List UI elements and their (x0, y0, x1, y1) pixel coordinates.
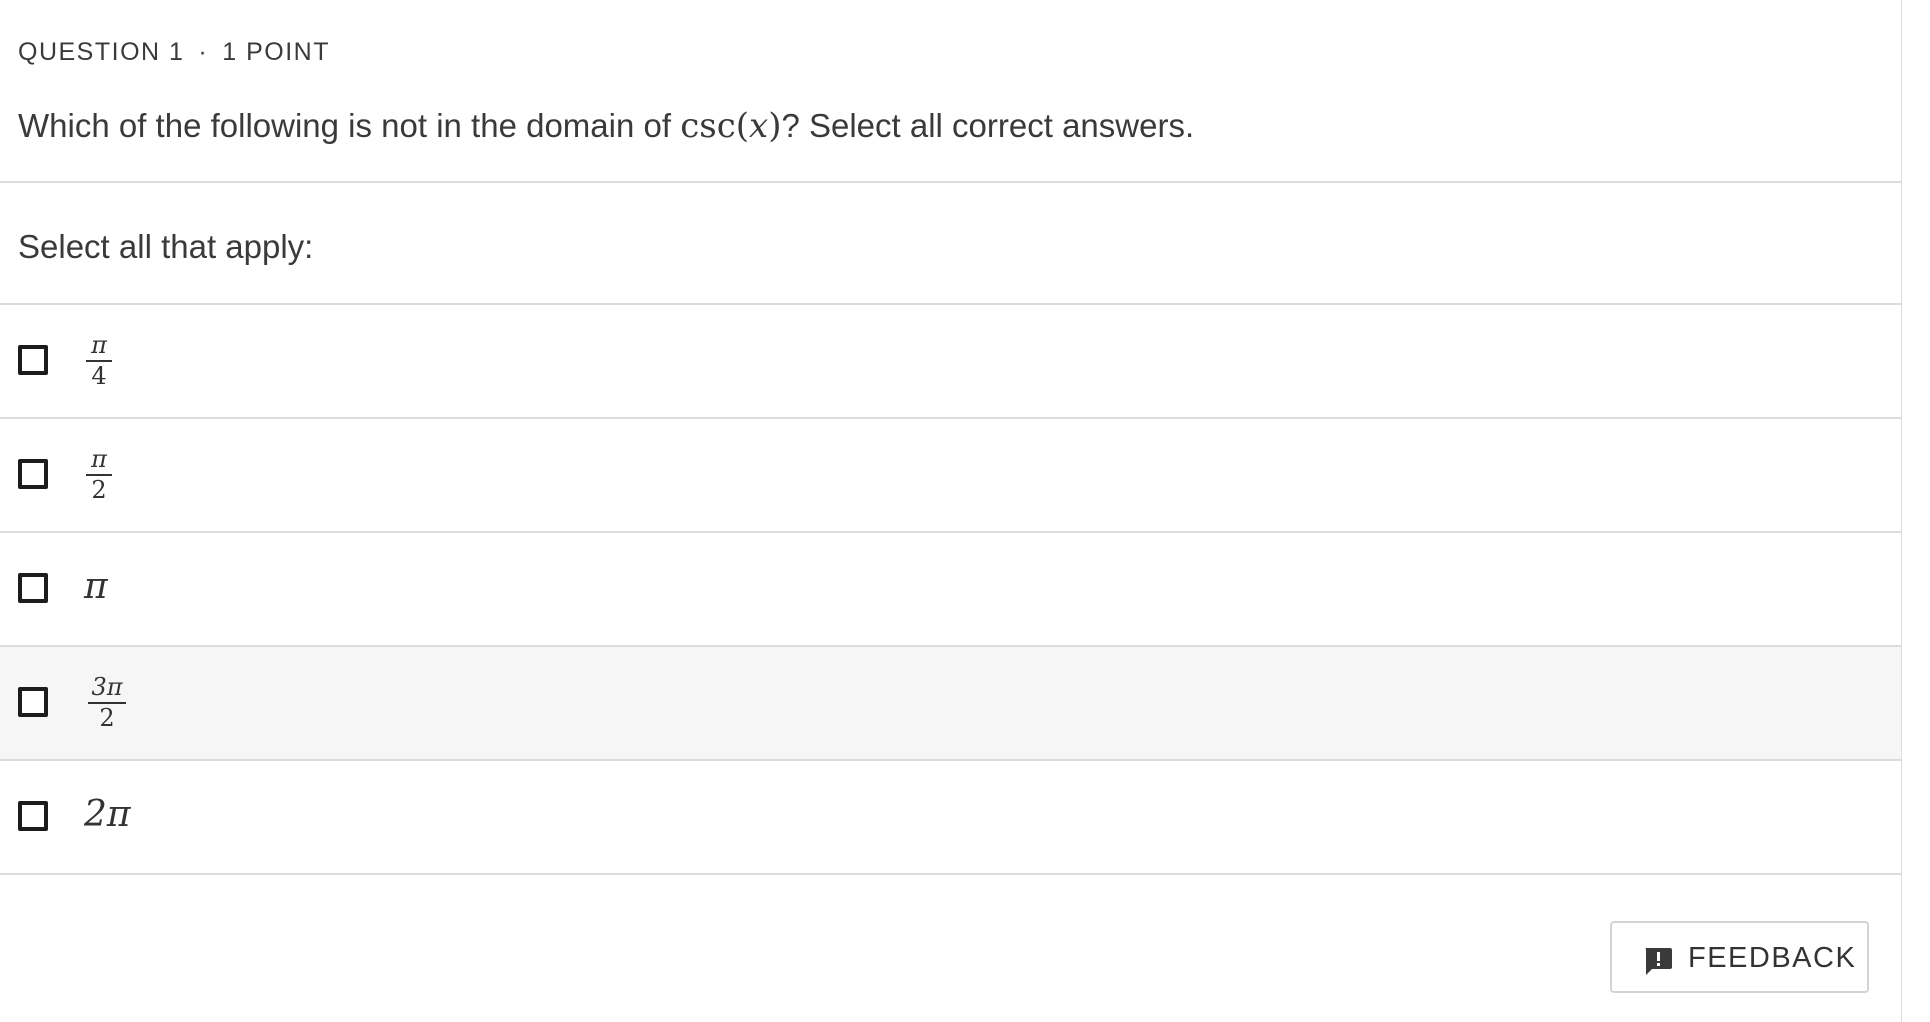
checkbox[interactable] (18, 801, 48, 831)
option-text: 2π (84, 794, 131, 835)
feedback-label: FEEDBACK (1688, 942, 1857, 974)
question-number: QUESTION 1 (18, 38, 185, 66)
checkbox[interactable] (18, 687, 48, 717)
feedback-speech-bubble-icon (1645, 948, 1672, 975)
option-value: π (84, 566, 108, 607)
answer-option-5[interactable]: 2π (0, 761, 1902, 873)
question-header: QUESTION 1 · 1 POINT (18, 38, 330, 67)
prompt-text-after: ? Select all correct answers. (781, 107, 1195, 144)
feedback-button[interactable]: FEEDBACK (1610, 921, 1869, 993)
answer-option-1[interactable]: π 4 (0, 305, 1902, 417)
fraction-numerator: 3π (91, 673, 123, 701)
fraction-numerator: π (91, 445, 107, 473)
fraction-denominator: 2 (91, 475, 107, 504)
answer-option-3[interactable]: π (0, 533, 1902, 645)
option-fraction: π 4 (86, 332, 112, 389)
quiz-page: QUESTION 1 · 1 POINT Which of the followin… (0, 0, 1930, 1022)
panel-edge (1901, 0, 1902, 1022)
checkbox[interactable] (18, 345, 48, 375)
option-fraction: π 2 (86, 446, 112, 503)
select-instruction: Select all that apply: (18, 228, 314, 265)
fraction-denominator: 4 (91, 361, 107, 390)
divider (0, 181, 1902, 183)
checkbox[interactable] (18, 459, 48, 489)
prompt-text-before: Which of the following is not in the dom… (18, 107, 681, 144)
answer-option-2[interactable]: π 2 (0, 419, 1902, 531)
question-panel: QUESTION 1 · 1 POINT Which of the followin… (0, 0, 1902, 1022)
option-value: 2π (84, 794, 131, 835)
fraction-numerator: π (91, 331, 107, 359)
question-prompt: Which of the following is not in the dom… (18, 106, 1194, 146)
divider (0, 873, 1902, 875)
header-separator: · (198, 38, 209, 66)
option-text: π (84, 566, 108, 607)
checkbox[interactable] (18, 573, 48, 603)
answer-option-4[interactable]: 3π 2 (0, 647, 1902, 759)
option-fraction: 3π 2 (88, 674, 126, 731)
prompt-math: csc(x) (680, 106, 782, 146)
fraction-denominator: 2 (99, 703, 115, 732)
question-points: 1 POINT (222, 38, 330, 66)
